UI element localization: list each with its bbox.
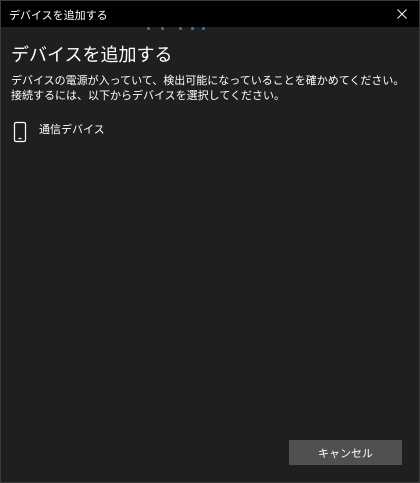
add-device-dialog: デバイスを追加する デバイスを追加する デバイスの電源が入っていて、検出可能にな… bbox=[0, 0, 420, 483]
close-icon bbox=[397, 9, 407, 19]
searching-progress-indicator bbox=[1, 27, 419, 31]
page-title: デバイスを追加する bbox=[11, 45, 173, 66]
device-label: 通信デバイス bbox=[39, 123, 105, 136]
instruction-text: デバイスの電源が入っていて、検出可能になっていることを確かめてください。接続する… bbox=[11, 74, 405, 102]
window-title: デバイスを追加する bbox=[9, 9, 108, 22]
cancel-button[interactable]: キャンセル bbox=[289, 440, 402, 465]
phone-icon bbox=[13, 121, 27, 143]
title-bar: デバイスを追加する bbox=[1, 1, 419, 27]
device-list-item[interactable]: 通信デバイス bbox=[7, 115, 413, 145]
close-button[interactable] bbox=[385, 1, 419, 27]
